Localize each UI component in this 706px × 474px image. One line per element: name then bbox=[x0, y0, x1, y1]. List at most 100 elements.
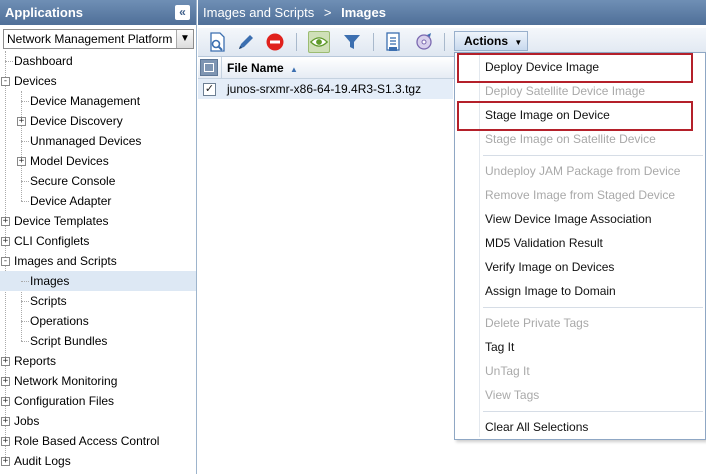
applications-panel: Applications « Network Management Platfo… bbox=[0, 0, 197, 474]
toolbar-separator bbox=[444, 33, 445, 51]
tree-item-secure-console[interactable]: Secure Console bbox=[0, 171, 196, 191]
tree-item-label: Audit Logs bbox=[14, 454, 71, 468]
actions-dropdown-menu: Deploy Device Image Deploy Satellite Devi… bbox=[454, 52, 706, 440]
tree-item-audit-logs[interactable]: + Audit Logs bbox=[0, 451, 196, 471]
view-details-icon[interactable] bbox=[206, 31, 228, 53]
tree-item-model-devices[interactable]: + Model Devices bbox=[0, 151, 196, 171]
tree-item-label: Device Templates bbox=[14, 214, 109, 228]
tree-item-role-based-access-control[interactable]: + Role Based Access Control bbox=[0, 431, 196, 451]
menu-separator bbox=[483, 411, 703, 412]
menu-item-assign-image-to-domain[interactable]: Assign Image to Domain bbox=[455, 280, 705, 302]
toolbar-separator bbox=[373, 33, 374, 51]
tree-item-label: Images and Scripts bbox=[14, 254, 117, 268]
expand-plus-icon[interactable]: + bbox=[1, 357, 10, 366]
tree-item-label: CLI Configlets bbox=[14, 234, 90, 248]
applications-title: Applications bbox=[5, 5, 84, 20]
tree-item-unmanaged-devices[interactable]: Unmanaged Devices bbox=[0, 131, 196, 151]
menu-item-view-tags[interactable]: View Tags bbox=[455, 384, 705, 406]
tree-item-label: Configuration Files bbox=[14, 394, 115, 408]
double-chevron-left-icon[interactable]: « bbox=[175, 5, 190, 20]
tree-item-device-management[interactable]: Device Management bbox=[0, 91, 196, 111]
tree-item-devices[interactable]: - Devices bbox=[0, 71, 196, 91]
tree-item-device-templates[interactable]: + Device Templates bbox=[0, 211, 196, 231]
file-name-cell: junos-srxmr-x86-64-19.4R3-S1.3.tgz bbox=[227, 82, 422, 96]
tree-item-label: Devices bbox=[14, 74, 57, 88]
menu-item-remove-image-from-staged-device[interactable]: Remove Image from Staged Device bbox=[455, 184, 705, 206]
tree-item-device-adapter[interactable]: Device Adapter bbox=[0, 191, 196, 211]
expand-plus-icon[interactable]: + bbox=[1, 397, 10, 406]
menu-item-verify-image-on-devices[interactable]: Verify Image on Devices bbox=[455, 256, 705, 278]
tree-item-label: Device Discovery bbox=[30, 114, 123, 128]
delete-icon[interactable] bbox=[264, 31, 286, 53]
tree-item-script-bundles[interactable]: Script Bundles bbox=[0, 331, 196, 351]
tree-item-dashboard[interactable]: Dashboard bbox=[0, 51, 196, 71]
tree-guide-line bbox=[21, 301, 29, 302]
tree-item-images-and-scripts[interactable]: - Images and Scripts bbox=[0, 251, 196, 271]
tree-item-label: Network Monitoring bbox=[14, 374, 118, 388]
expand-plus-icon[interactable]: + bbox=[17, 157, 26, 166]
breadcrumb-parent[interactable]: Images and Scripts bbox=[203, 5, 314, 20]
tree-item-label: Device Adapter bbox=[30, 194, 112, 208]
menu-separator bbox=[483, 155, 703, 156]
document-list-icon[interactable] bbox=[382, 31, 404, 53]
platform-select[interactable]: Network Management Platform ▼ bbox=[3, 29, 194, 49]
actions-label: Actions bbox=[464, 34, 509, 48]
expand-plus-icon[interactable]: + bbox=[1, 417, 10, 426]
tree-item-jobs[interactable]: + Jobs bbox=[0, 411, 196, 431]
expand-plus-icon[interactable]: + bbox=[1, 237, 10, 246]
platform-select-value: Network Management Platform bbox=[7, 32, 173, 46]
table-row[interactable]: ✓ junos-srxmr-x86-64-19.4R3-S1.3.tgz bbox=[198, 79, 453, 99]
breadcrumb-current: Images bbox=[341, 5, 386, 20]
tree-item-scripts[interactable]: Scripts bbox=[0, 291, 196, 311]
tree-item-configuration-files[interactable]: + Configuration Files bbox=[0, 391, 196, 411]
tree-guide-line bbox=[21, 281, 29, 282]
tree-guide-line bbox=[5, 61, 13, 62]
menu-item-clear-all-selections[interactable]: Clear All Selections bbox=[455, 416, 705, 438]
chevron-down-icon[interactable]: ▼ bbox=[176, 30, 193, 48]
breadcrumb: Images and Scripts > Images bbox=[198, 0, 706, 25]
select-all-checkbox[interactable] bbox=[200, 59, 218, 76]
tree-item-network-monitoring[interactable]: + Network Monitoring bbox=[0, 371, 196, 391]
tree-guide-line bbox=[21, 141, 29, 142]
file-name-column-header[interactable]: File Name ▲ bbox=[227, 61, 298, 75]
tree-item-images[interactable]: Images bbox=[0, 271, 196, 291]
image-disc-icon[interactable] bbox=[413, 31, 435, 53]
menu-item-stage-image-on-satellite-device[interactable]: Stage Image on Satellite Device bbox=[455, 128, 705, 150]
applications-header: Applications « bbox=[0, 0, 196, 25]
tree-item-operations[interactable]: Operations bbox=[0, 311, 196, 331]
edit-pencil-icon[interactable] bbox=[235, 31, 257, 53]
tree-guide-line bbox=[21, 101, 29, 102]
menu-item-tag-it[interactable]: Tag It bbox=[455, 336, 705, 358]
tree-item-cli-configlets[interactable]: + CLI Configlets bbox=[0, 231, 196, 251]
collapse-minus-icon[interactable]: - bbox=[1, 257, 10, 266]
expand-plus-icon[interactable]: + bbox=[1, 217, 10, 226]
show-eye-icon[interactable] bbox=[308, 31, 330, 53]
menu-item-undeploy-jam-package-from-device[interactable]: Undeploy JAM Package from Device bbox=[455, 160, 705, 182]
expand-plus-icon[interactable]: + bbox=[1, 377, 10, 386]
tree-item-label: Script Bundles bbox=[30, 334, 108, 348]
column-separator bbox=[221, 57, 222, 79]
tree-guide-line bbox=[21, 201, 29, 202]
expand-plus-icon[interactable]: + bbox=[1, 457, 10, 466]
menu-item-view-device-image-association[interactable]: View Device Image Association bbox=[455, 208, 705, 230]
menu-item-deploy-satellite-device-image[interactable]: Deploy Satellite Device Image bbox=[455, 80, 705, 102]
toolbar-separator bbox=[296, 33, 297, 51]
menu-separator bbox=[483, 307, 703, 308]
caret-down-icon: ▼ bbox=[514, 38, 523, 47]
menu-item-untag-it[interactable]: UnTag It bbox=[455, 360, 705, 382]
highlight-box bbox=[457, 53, 693, 83]
expand-plus-icon[interactable]: + bbox=[17, 117, 26, 126]
menu-item-md5-validation-result[interactable]: MD5 Validation Result bbox=[455, 232, 705, 254]
tree-item-label: Jobs bbox=[14, 414, 40, 428]
expand-plus-icon[interactable]: + bbox=[1, 437, 10, 446]
tree-item-reports[interactable]: + Reports bbox=[0, 351, 196, 371]
menu-item-delete-private-tags[interactable]: Delete Private Tags bbox=[455, 312, 705, 334]
filter-icon[interactable] bbox=[341, 31, 363, 53]
collapse-minus-icon[interactable]: - bbox=[1, 77, 10, 86]
tree-item-label: Images bbox=[30, 274, 70, 288]
actions-menu-button[interactable]: Actions ▼ bbox=[454, 31, 528, 51]
tree-item-label: Model Devices bbox=[30, 154, 109, 168]
tree-item-device-discovery[interactable]: + Device Discovery bbox=[0, 111, 196, 131]
row-checkbox[interactable]: ✓ bbox=[203, 83, 216, 96]
tree-item-label: Dashboard bbox=[14, 54, 73, 68]
